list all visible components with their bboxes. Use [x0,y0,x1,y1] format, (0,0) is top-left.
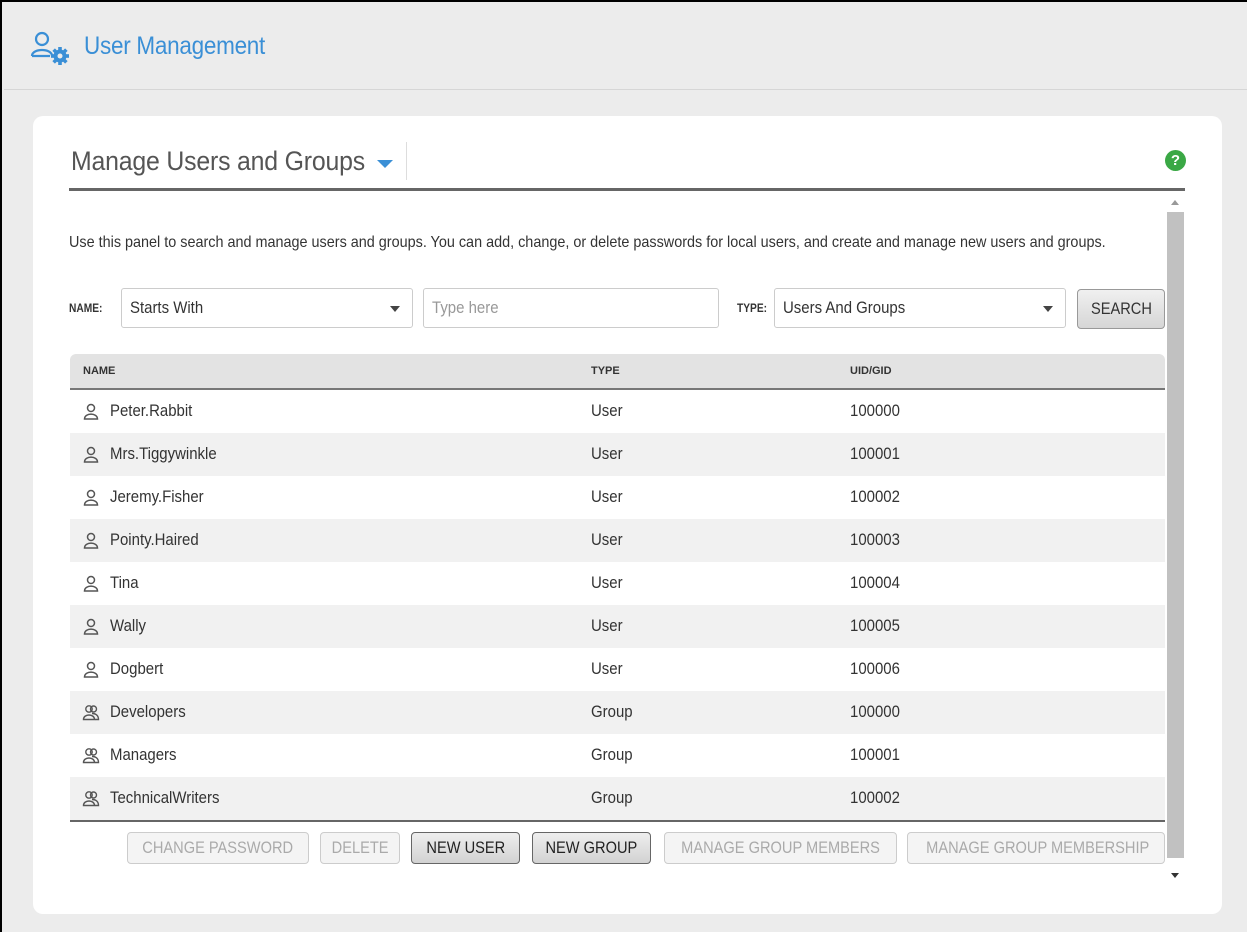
change-password-label: CHANGE PASSWORD [142,838,294,857]
row-type: User [591,444,623,463]
row-type: Group [591,788,633,807]
type-filter-value: Users And Groups [783,298,906,317]
scroll-up-arrow-icon[interactable] [1171,200,1179,205]
table-row[interactable]: Tina User 100004 [70,562,1165,605]
manage-group-membership-label: MANAGE GROUP MEMBERSHIP [926,838,1150,857]
chevron-down-icon[interactable] [377,160,393,168]
users-groups-table: NAME TYPE UID/GID Peter.Rabbit User 100000… [70,354,1165,822]
table-row[interactable]: TechnicalWriters Group 100002 [70,777,1165,820]
column-header-type[interactable]: TYPE [591,365,620,377]
group-icon [82,791,100,807]
column-header-uid-gid[interactable]: UID/GID [850,365,892,377]
table-header: NAME TYPE UID/GID [70,354,1165,390]
row-uid-gid: 100001 [850,444,900,463]
vertical-scrollbar[interactable] [1167,194,1184,878]
group-icon [82,748,100,764]
table-row[interactable]: Mrs.Tiggywinkle User 100001 [70,433,1165,476]
table-row[interactable]: Dogbert User 100006 [70,648,1165,691]
group-icon [82,705,100,721]
search-button-label: SEARCH [1090,299,1152,318]
manage-group-members-button[interactable]: MANAGE GROUP MEMBERS [664,832,897,864]
new-user-button[interactable]: NEW USER [411,832,520,864]
row-name: Tina [110,573,139,592]
chevron-down-icon [1043,306,1053,312]
table-row[interactable]: Managers Group 100001 [70,734,1165,777]
user-gear-icon [30,31,69,65]
row-name: Jeremy.Fisher [110,487,204,506]
table-row[interactable]: Peter.Rabbit User 100000 [70,390,1165,433]
row-uid-gid: 100004 [850,573,900,592]
scroll-thumb[interactable] [1167,212,1184,858]
row-type: User [591,530,623,549]
app-title: User Management [84,32,266,60]
name-filter-value: Starts With [130,298,204,317]
new-group-label: NEW GROUP [545,838,638,857]
manage-users-panel: Manage Users and Groups ? Use this panel… [33,116,1222,914]
search-button[interactable]: SEARCH [1077,289,1165,329]
delete-label: DELETE [331,838,389,857]
row-type: User [591,659,623,678]
table-bottom-rule [70,820,1165,822]
row-name: Dogbert [110,659,164,678]
row-name: Peter.Rabbit [110,401,193,420]
user-icon [83,532,99,549]
row-uid-gid: 100002 [850,788,900,807]
user-icon [83,403,99,420]
row-type: User [591,573,623,592]
row-uid-gid: 100005 [850,616,900,635]
change-password-button[interactable]: CHANGE PASSWORD [127,832,309,864]
panel-description: Use this panel to search and manage user… [69,234,1106,251]
row-name: Mrs.Tiggywinkle [110,444,217,463]
row-uid-gid: 100003 [850,530,900,549]
name-search-input[interactable]: Type here [423,288,719,328]
user-icon [83,446,99,463]
column-header-name[interactable]: NAME [83,365,115,377]
new-user-label: NEW USER [426,838,505,857]
chevron-down-icon [390,306,400,312]
user-icon [83,661,99,678]
name-filter-select[interactable]: Starts With [121,288,413,328]
row-name: Pointy.Haired [110,530,199,549]
row-type: User [591,616,623,635]
scroll-down-arrow-icon[interactable] [1171,873,1179,878]
row-type: Group [591,745,633,764]
row-type: User [591,487,623,506]
row-uid-gid: 100000 [850,401,900,420]
type-filter-select[interactable]: Users And Groups [774,288,1066,328]
row-type: Group [591,702,633,721]
help-icon[interactable]: ? [1165,150,1186,171]
title-underline [69,188,1185,191]
name-search-placeholder: Type here [432,298,499,317]
table-row[interactable]: Jeremy.Fisher User 100002 [70,476,1165,519]
row-name: Developers [110,702,186,721]
manage-group-members-label: MANAGE GROUP MEMBERS [681,838,880,857]
action-bar: CHANGE PASSWORD DELETE NEW USER NEW GROU… [33,832,1222,866]
window-frame: User Management Manage Users and Groups … [0,0,1247,932]
user-icon [83,575,99,592]
row-type: User [591,401,623,420]
row-uid-gid: 100000 [850,702,900,721]
table-row[interactable]: Developers Group 100000 [70,691,1165,734]
table-body: Peter.Rabbit User 100000 Mrs.Tiggywinkle Use… [70,390,1165,820]
name-filter-label: NAME: [69,301,103,315]
table-row[interactable]: Wally User 100005 [70,605,1165,648]
panel-title[interactable]: Manage Users and Groups [71,146,365,177]
delete-button[interactable]: DELETE [320,832,400,864]
table-row[interactable]: Pointy.Haired User 100003 [70,519,1165,562]
type-filter-label: TYPE: [737,301,768,315]
title-divider [406,142,407,180]
user-icon [83,489,99,506]
user-icon [83,618,99,635]
app-header: User Management [4,4,1247,90]
row-uid-gid: 100001 [850,745,900,764]
row-uid-gid: 100006 [850,659,900,678]
manage-group-membership-button[interactable]: MANAGE GROUP MEMBERSHIP [907,832,1165,864]
row-name: Managers [110,745,177,764]
row-name: Wally [110,616,147,635]
row-uid-gid: 100002 [850,487,900,506]
row-name: TechnicalWriters [110,788,220,807]
new-group-button[interactable]: NEW GROUP [532,832,651,864]
